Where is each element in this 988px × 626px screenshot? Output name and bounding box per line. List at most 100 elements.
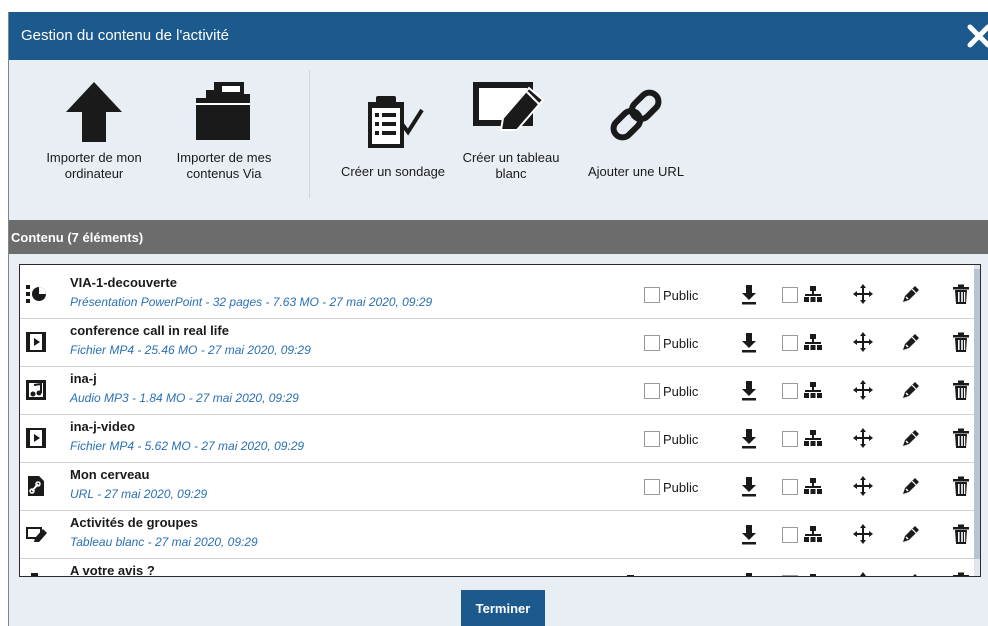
delete-icon[interactable]: [950, 571, 972, 576]
audio-file-icon: [26, 379, 46, 401]
item-meta: Fichier MP4 - 25.46 MO - 27 mai 2020, 09…: [70, 343, 311, 357]
delete-icon[interactable]: [950, 379, 972, 401]
hierarchy-icon[interactable]: [802, 331, 824, 353]
download-icon[interactable]: [738, 331, 760, 353]
structure-checkbox[interactable]: [782, 431, 798, 447]
structure-checkbox[interactable]: [782, 575, 798, 576]
structure-checkbox[interactable]: [782, 479, 798, 495]
close-icon[interactable]: [965, 22, 988, 50]
move-icon[interactable]: [852, 283, 874, 305]
item-name: A votre avis ?: [70, 563, 155, 577]
edit-icon[interactable]: [900, 571, 922, 576]
structure-checkbox[interactable]: [782, 527, 798, 543]
item-name: conference call in real life: [70, 323, 229, 338]
structure-checkbox[interactable]: [782, 287, 798, 303]
hierarchy-icon[interactable]: [802, 523, 824, 545]
presentation-icon: [26, 283, 46, 305]
edit-icon[interactable]: [900, 427, 922, 449]
public-label: Public: [663, 336, 699, 351]
item-meta: Tableau blanc - 27 mai 2020, 09:29: [70, 535, 258, 549]
content-list[interactable]: VIA-1-decouverte Présentation PowerPoint …: [19, 264, 981, 577]
item-name: Mon cerveau: [70, 467, 150, 482]
download-icon[interactable]: [738, 571, 760, 576]
folder-icon: [196, 82, 250, 140]
delete-icon[interactable]: [950, 523, 972, 545]
download-icon[interactable]: [738, 475, 760, 497]
import-via-label: Importer de mes contenus Via: [176, 150, 272, 181]
content-row[interactable]: VIA-1-decouverte Présentation PowerPoint …: [20, 271, 974, 319]
download-icon[interactable]: [738, 523, 760, 545]
move-icon[interactable]: [852, 331, 874, 353]
hierarchy-icon[interactable]: [802, 379, 824, 401]
scrollbar-thumb[interactable]: [974, 269, 980, 559]
list-scrollbar[interactable]: [974, 265, 980, 576]
structure-checkbox[interactable]: [782, 383, 798, 399]
edit-icon[interactable]: [900, 331, 922, 353]
content-row[interactable]: Activités de groupes Tableau blanc - 27 m…: [20, 511, 974, 559]
whiteboard-icon: [473, 82, 545, 131]
create-poll-button[interactable]: Créer un sondage: [331, 60, 455, 220]
item-name: Activités de groupes: [70, 515, 198, 530]
public-checkbox[interactable]: [644, 431, 660, 447]
content-manager-dialog: Gestion du contenu de l'activité Importe…: [8, 12, 988, 626]
content-row[interactable]: ina-j Audio MP3 - 1.84 MO - 27 mai 2020, …: [20, 367, 974, 415]
structure-checkbox[interactable]: [782, 335, 798, 351]
content-section-header: Contenu (7 éléments): [9, 220, 988, 254]
public-checkbox[interactable]: [644, 335, 660, 351]
edit-icon[interactable]: [900, 523, 922, 545]
content-row[interactable]: conference call in real life Fichier MP4 …: [20, 319, 974, 367]
toolbar-separator: [309, 70, 310, 198]
poll-icon: [622, 573, 644, 576]
download-icon[interactable]: [738, 427, 760, 449]
public-checkbox[interactable]: [644, 383, 660, 399]
import-computer-button[interactable]: Importer de mon ordinateur: [29, 60, 159, 220]
results-label: Résultats: [642, 576, 692, 577]
video-file-icon: [26, 331, 46, 353]
public-checkbox[interactable]: [644, 287, 660, 303]
create-whiteboard-label: Créer un tableau blanc: [462, 150, 560, 181]
delete-icon[interactable]: [950, 427, 972, 449]
video-file-icon: [26, 427, 46, 449]
hierarchy-icon[interactable]: [802, 283, 824, 305]
download-icon[interactable]: [738, 283, 760, 305]
content-row[interactable]: ina-j-video Fichier MP4 - 5.62 MO - 27 ma…: [20, 415, 974, 463]
edit-icon[interactable]: [900, 379, 922, 401]
public-checkbox[interactable]: [644, 479, 660, 495]
delete-icon[interactable]: [950, 331, 972, 353]
move-icon[interactable]: [852, 379, 874, 401]
create-whiteboard-button[interactable]: Créer un tableau blanc: [455, 60, 567, 220]
edit-icon[interactable]: [900, 283, 922, 305]
item-meta: Présentation PowerPoint - 32 pages - 7.6…: [70, 295, 433, 309]
item-name: ina-j-video: [70, 419, 136, 434]
public-label: Public: [663, 432, 699, 447]
item-name: VIA-1-decouverte: [70, 275, 177, 290]
hierarchy-icon[interactable]: [802, 475, 824, 497]
create-poll-label: Créer un sondage: [340, 164, 446, 179]
hierarchy-icon[interactable]: [802, 427, 824, 449]
content-row[interactable]: Mon cerveau URL - 27 mai 2020, 09:29 Publi…: [20, 463, 974, 511]
delete-icon[interactable]: [950, 475, 972, 497]
public-label: Public: [663, 384, 699, 399]
move-icon[interactable]: [852, 475, 874, 497]
link-icon: [610, 89, 662, 141]
edit-icon[interactable]: [900, 475, 922, 497]
content-row[interactable]: A votre avis ? Résultats: [20, 559, 974, 577]
download-icon[interactable]: [738, 379, 760, 401]
item-name: ina-j: [70, 371, 97, 386]
add-url-button[interactable]: Ajouter une URL: [581, 60, 691, 220]
import-computer-label: Importer de mon ordinateur: [46, 150, 142, 181]
import-via-button[interactable]: Importer de mes contenus Via: [159, 60, 289, 220]
delete-icon[interactable]: [950, 283, 972, 305]
upload-arrow-icon: [66, 82, 122, 142]
whiteboard-icon: [26, 523, 47, 545]
public-label: Public: [663, 480, 699, 495]
toolbar: Importer de mon ordinateur Importer de m…: [9, 60, 988, 220]
finish-button[interactable]: Terminer: [461, 590, 545, 626]
move-icon[interactable]: [852, 523, 874, 545]
add-url-label: Ajouter une URL: [587, 164, 685, 179]
item-meta: Audio MP3 - 1.84 MO - 27 mai 2020, 09:29: [70, 391, 299, 405]
move-icon[interactable]: [852, 427, 874, 449]
move-icon[interactable]: [852, 571, 874, 576]
poll-icon: [26, 571, 46, 576]
hierarchy-icon[interactable]: [802, 571, 824, 576]
